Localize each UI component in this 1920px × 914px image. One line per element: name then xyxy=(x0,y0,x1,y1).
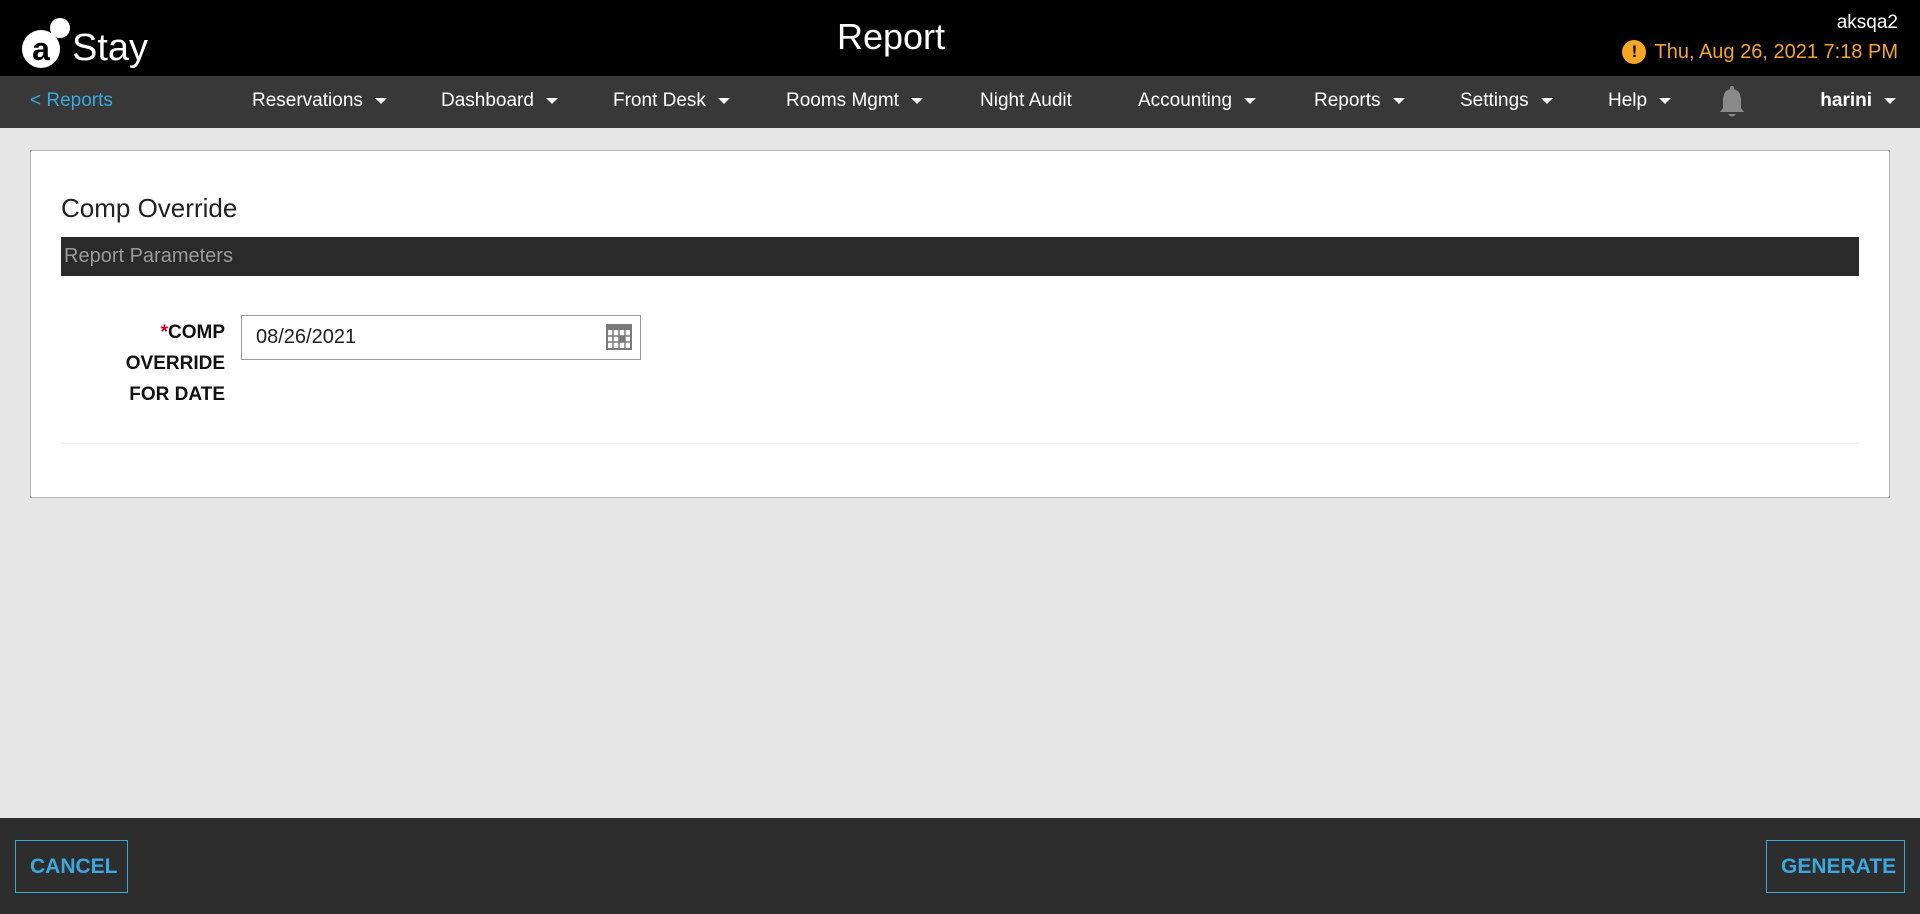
caret-down-icon xyxy=(545,98,558,104)
property-code: aksqa2 xyxy=(1836,12,1898,33)
user-name: harini xyxy=(1820,90,1872,111)
generate-button[interactable]: GENERATE xyxy=(1766,840,1905,893)
back-to-reports-link[interactable]: < Reports xyxy=(30,90,113,112)
nav-item-label: Reservations xyxy=(252,90,363,111)
divider xyxy=(61,443,1859,444)
nav-item-label: Rooms Mgmt xyxy=(786,90,899,111)
calendar-icon[interactable] xyxy=(606,324,632,350)
cancel-button[interactable]: CANCEL xyxy=(15,840,128,893)
footer-bar: CANCEL GENERATE xyxy=(0,818,1920,914)
caret-down-icon xyxy=(1540,98,1553,104)
field-label-text: COMP OVERRIDE FOR DATE xyxy=(125,322,225,405)
report-title: Comp Override xyxy=(61,193,238,223)
nav-item-rooms-mgmt[interactable]: Rooms Mgmt xyxy=(786,90,923,112)
caret-down-icon xyxy=(1392,98,1405,104)
nav-item-reports[interactable]: Reports xyxy=(1314,90,1405,112)
datetime-text: Thu, Aug 26, 2021 7:18 PM xyxy=(1654,40,1898,63)
nav-item-label: Reports xyxy=(1314,90,1381,111)
main-nav: < Reports Reservations Dashboard Front D… xyxy=(0,76,1920,128)
date-input[interactable] xyxy=(242,316,597,359)
nav-item-label: Front Desk xyxy=(613,90,706,111)
comp-override-date-field[interactable] xyxy=(241,315,641,360)
caret-down-icon xyxy=(910,98,923,104)
business-datetime: ! Thu, Aug 26, 2021 7:18 PM xyxy=(1622,40,1898,64)
caret-down-icon xyxy=(1244,98,1257,104)
required-mark: * xyxy=(160,322,168,343)
nav-item-reservations[interactable]: Reservations xyxy=(252,90,387,112)
bell-icon[interactable] xyxy=(1717,86,1747,120)
nav-item-label: Settings xyxy=(1460,90,1529,111)
report-panel: Comp Override Report Parameters *COMP OV… xyxy=(30,150,1890,498)
nav-item-settings[interactable]: Settings xyxy=(1460,90,1553,112)
caret-down-icon xyxy=(1884,98,1896,104)
caret-down-icon xyxy=(374,98,387,104)
caret-down-icon xyxy=(717,98,730,104)
nav-item-label: Accounting xyxy=(1138,90,1233,111)
nav-item-front-desk[interactable]: Front Desk xyxy=(613,90,730,112)
nav-item-help[interactable]: Help xyxy=(1608,90,1672,112)
comp-override-date-label: *COMP OVERRIDE FOR DATE xyxy=(91,317,225,410)
exclamation-circle-icon[interactable]: ! xyxy=(1622,40,1647,64)
caret-down-icon xyxy=(1659,98,1672,104)
nav-item-label: Help xyxy=(1608,90,1648,111)
nav-item-label: Night Audit xyxy=(980,90,1072,111)
top-header: a Stay Report aksqa2 ! Thu, Aug 26, 2021… xyxy=(0,0,1920,76)
nav-item-night-audit[interactable]: Night Audit xyxy=(980,90,1072,112)
report-parameters-header: Report Parameters xyxy=(61,237,1859,276)
nav-item-dashboard[interactable]: Dashboard xyxy=(441,90,558,112)
user-menu[interactable]: harini xyxy=(1820,90,1896,112)
page-title: Report xyxy=(836,16,946,57)
nav-item-accounting[interactable]: Accounting xyxy=(1138,90,1257,112)
nav-item-label: Dashboard xyxy=(441,90,534,111)
